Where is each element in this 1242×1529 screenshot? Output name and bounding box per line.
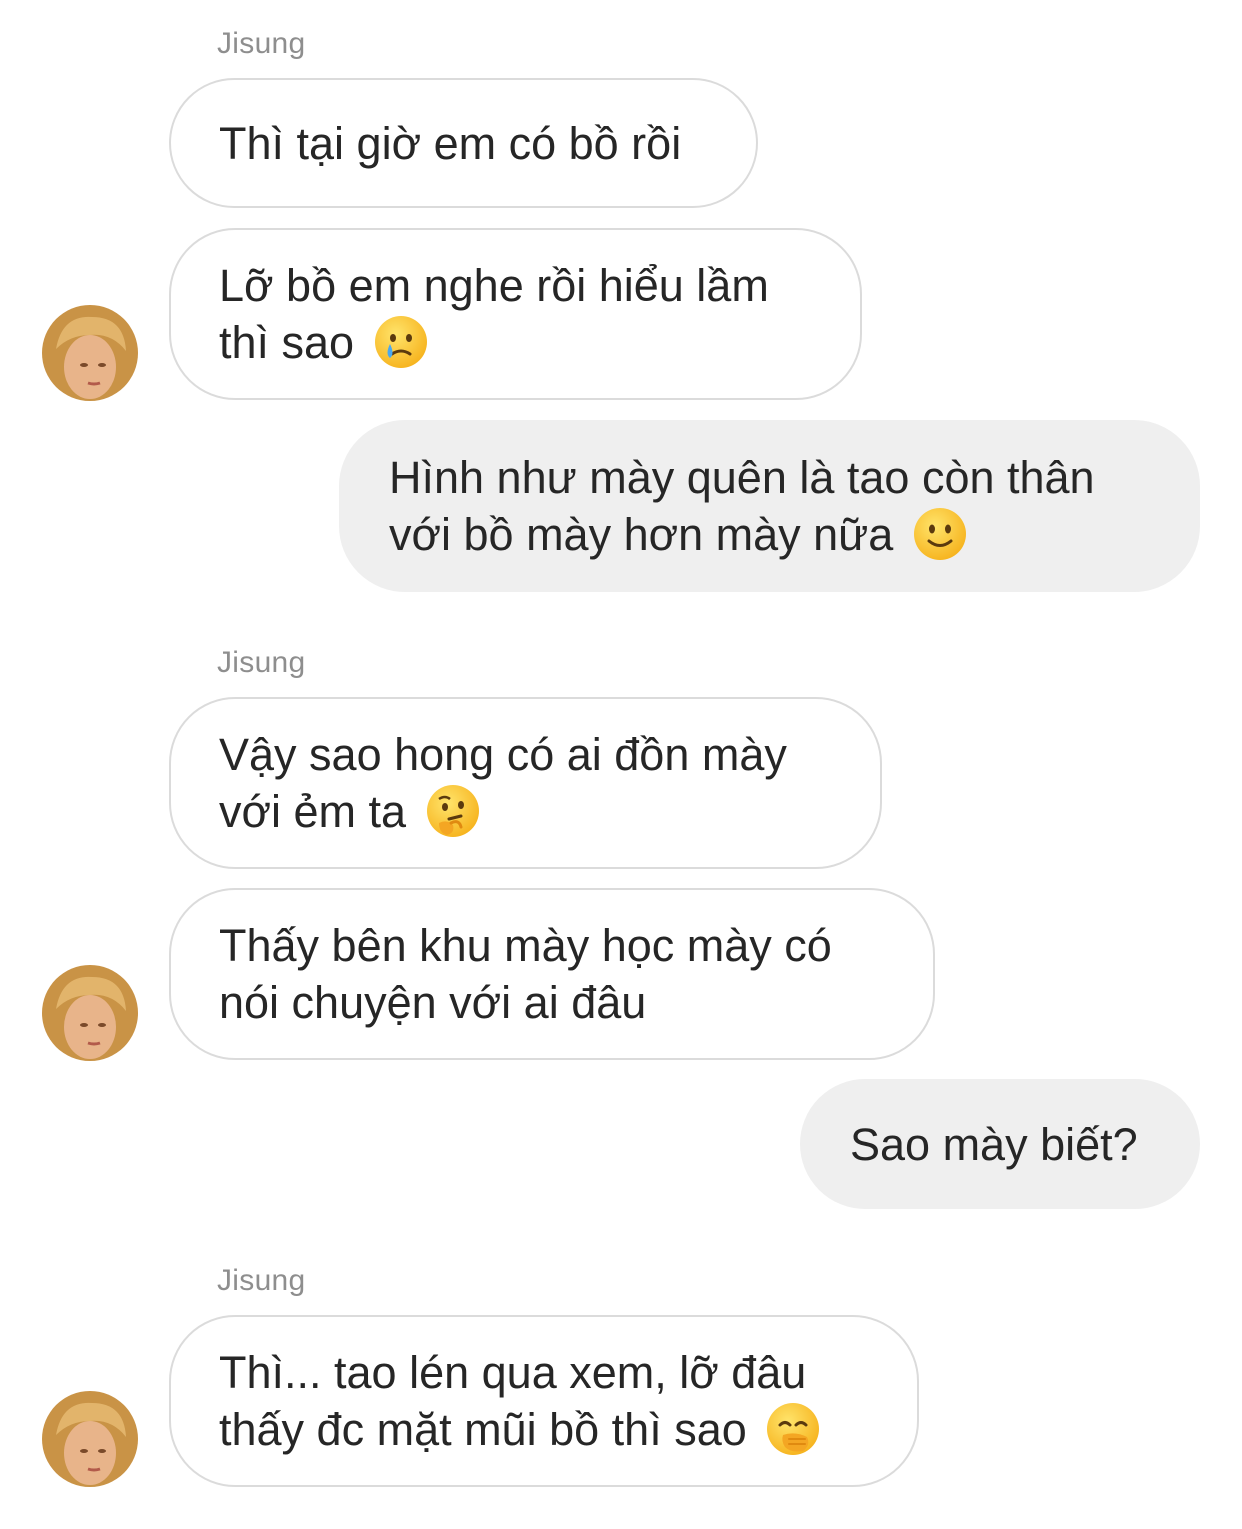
message-line: Vậy sao hong có ai đồn mày [219, 729, 787, 780]
thinking-face-icon [426, 785, 479, 837]
sender-name: Jisung [217, 646, 306, 679]
message-text: Hình như mày quên là tao còn thân với bồ… [389, 449, 1095, 563]
message-line: với ẻm ta [219, 786, 407, 837]
sender-name: Jisung [217, 1264, 306, 1297]
avatar[interactable] [42, 965, 138, 1061]
message-text: Thì... tao lén qua xem, lỡ đâu thấy đc m… [219, 1344, 821, 1458]
message-text: Lỡ bồ em nghe rồi hiểu lầm thì sao [219, 257, 769, 371]
message-bubble-incoming[interactable]: Thì... tao lén qua xem, lỡ đâu thấy đc m… [169, 1315, 919, 1487]
slightly-smiling-face-icon [913, 508, 966, 560]
message-bubble-outgoing[interactable]: Hình như mày quên là tao còn thân với bồ… [339, 420, 1200, 592]
sender-name: Jisung [217, 27, 306, 60]
message-line: Lỡ bồ em nghe rồi hiểu lầm [219, 260, 769, 311]
message-line: thì sao [219, 317, 355, 368]
message-line: Thấy bên khu mày học mày có [219, 920, 832, 971]
message-bubble-incoming[interactable]: Lỡ bồ em nghe rồi hiểu lầm thì sao [169, 228, 862, 400]
message-bubble-incoming[interactable]: Thì tại giờ em có bồ rồi [169, 78, 758, 208]
crying-face-icon [374, 316, 427, 368]
message-line: Hình như mày quên là tao còn thân [389, 452, 1095, 503]
message-bubble-incoming[interactable]: Thấy bên khu mày học mày có nói chuyện v… [169, 888, 935, 1060]
face-with-hand-over-mouth-icon [767, 1403, 820, 1455]
message-text: Vậy sao hong có ai đồn mày với ẻm ta [219, 726, 787, 840]
message-text: Thì tại giờ em có bồ rồi [219, 117, 682, 169]
message-text: Thấy bên khu mày học mày có nói chuyện v… [219, 917, 832, 1031]
message-line: nói chuyện với ai đâu [219, 977, 647, 1028]
message-line: với bồ mày hơn mày nữa [389, 509, 894, 560]
avatar[interactable] [42, 1391, 138, 1487]
message-text: Sao mày biết? [850, 1118, 1138, 1170]
message-line: Thì... tao lén qua xem, lỡ đâu [219, 1347, 807, 1398]
message-line: thấy đc mặt mũi bồ thì sao [219, 1404, 747, 1455]
message-bubble-incoming[interactable]: Vậy sao hong có ai đồn mày với ẻm ta [169, 697, 882, 869]
avatar[interactable] [42, 305, 138, 401]
message-bubble-outgoing[interactable]: Sao mày biết? [800, 1079, 1200, 1209]
